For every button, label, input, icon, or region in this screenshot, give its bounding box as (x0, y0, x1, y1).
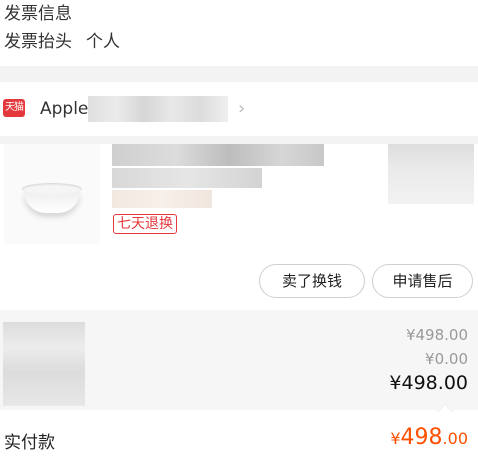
paid-amount-row: 实付款 ¥498.00 (0, 412, 478, 468)
product-image (22, 183, 82, 213)
summary-labels-redacted (3, 322, 85, 406)
paid-amount-decimal: .00 (442, 429, 468, 448)
product-price-redacted (388, 144, 474, 204)
tmall-icon: 天猫 (3, 99, 25, 117)
product-thumbnail[interactable] (4, 144, 100, 244)
store-name-redacted (88, 96, 228, 122)
section-divider (0, 136, 478, 144)
chevron-right-icon: › (238, 98, 246, 119)
order-total-amount: ¥498.00 (389, 372, 468, 394)
goods-total-amount: ¥498.00 (405, 326, 468, 344)
cost-summary: ¥498.00 ¥0.00 ¥498.00 (0, 310, 478, 410)
shipping-amount: ¥0.00 (425, 350, 468, 368)
store-name: Apple (40, 99, 89, 119)
product-item[interactable]: 七天退换 卖了换钱 申请售后 (0, 144, 478, 310)
section-divider (0, 66, 478, 82)
store-header[interactable]: 天猫 Apple › (0, 82, 478, 136)
paid-amount: ¥498.00 (390, 425, 468, 450)
request-after-sales-button[interactable]: 申请售后 (372, 264, 473, 298)
paid-amount-integer: 498 (400, 425, 443, 450)
invoice-header-row: 发票抬头 个人 (4, 31, 120, 53)
order-detail-page: 发票信息 发票抬头 个人 天猫 Apple › 七天退换 卖了换钱 申请售后 ¥4… (0, 0, 478, 468)
invoice-header-value: 个人 (86, 32, 120, 52)
paid-label: 实付款 (4, 433, 55, 453)
invoice-section: 发票信息 发票抬头 个人 (0, 0, 478, 66)
product-title-redacted (112, 168, 262, 188)
paid-currency: ¥ (390, 429, 401, 448)
product-spec-redacted (112, 190, 212, 208)
invoice-header-label: 发票抬头 (4, 32, 72, 52)
product-title-redacted (112, 144, 324, 166)
invoice-title: 发票信息 (4, 4, 72, 24)
seven-day-return-badge: 七天退换 (113, 214, 177, 234)
sell-for-cash-button[interactable]: 卖了换钱 (259, 264, 365, 298)
